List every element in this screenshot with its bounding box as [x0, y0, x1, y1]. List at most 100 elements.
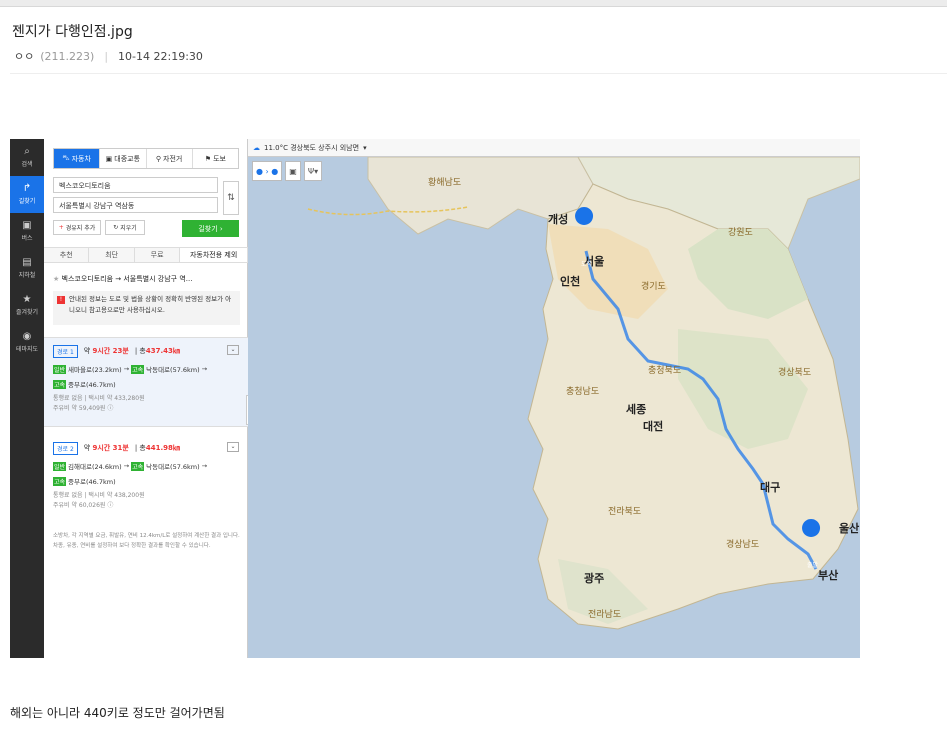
map-place-label: 경상북도	[778, 366, 811, 378]
clear-button[interactable]: ↻ 지우기	[105, 220, 145, 235]
map-place-label: 광주	[584, 572, 604, 585]
chevron-down-icon[interactable]: ⌄	[227, 345, 239, 355]
route-fuel: 주유비 약 60,026원 ⓘ	[53, 502, 114, 509]
map-place-label: 울산	[839, 521, 859, 535]
rail-theme-map[interactable]: ◉ 테마지도	[10, 324, 44, 361]
route-costs: 통행료 없음 | 택시비 약 438,200원	[53, 492, 145, 499]
map-place-label: 대전	[643, 419, 663, 433]
star-icon: ★	[22, 294, 32, 305]
map-place-label: 충청북도	[648, 365, 681, 376]
author-ip: (211.223)	[40, 49, 95, 63]
post-body-text: 해외는 아니라 440키로 정도만 걸어가면됨	[10, 706, 225, 720]
map-place-label: 세종	[626, 402, 646, 416]
map-place-label: 인천	[560, 274, 580, 288]
start-pin-icon: ●	[256, 166, 263, 176]
map-place-label: 대구	[760, 480, 780, 494]
mode-walk[interactable]: ⚑ 도보	[193, 149, 238, 168]
end-pin-icon: ●	[271, 166, 279, 176]
bus-icon: ▣	[22, 220, 32, 231]
map-place-label: 강원도	[728, 227, 753, 238]
pin-icon: ◉	[22, 331, 32, 342]
route-badge: 경로 1	[53, 344, 78, 358]
route-time: 9시간 23분	[92, 347, 129, 355]
route-costs: 통행료 없음 | 택시비 약 433,280원	[53, 395, 145, 402]
directions-icon: ↱	[22, 183, 32, 194]
post-title: 젠지가 다행인점.jpg	[12, 24, 133, 40]
fork-icon: Ψ▾	[307, 166, 319, 176]
car-icon: ⛍	[62, 154, 70, 162]
route-roads-cont: 고속 중부로(46.7km)	[53, 476, 116, 486]
subway-icon: ▤	[22, 257, 32, 268]
chevron-down-icon[interactable]: ▾	[363, 144, 367, 152]
route-option-tabs: 추천 최단 무료 자동차전용 제외	[44, 247, 248, 263]
map-place-label: 경기도	[641, 280, 666, 292]
route-roads-cont: 고속 중부로(46.7km)	[53, 379, 116, 389]
rail-search[interactable]: ⌕ 검색	[10, 139, 44, 176]
route-pin-button[interactable]: ● › ●	[252, 161, 283, 181]
notice-box: ! 안내된 정보는 도로 및 법을 상황이 정확히 반영된 정보가 아니오니 참고…	[53, 291, 240, 325]
map-canvas: 서울인천개성경기도강원도황해남도충청북도충청남도세종대전경상북도대구울산부산전라…	[248, 157, 860, 658]
bus-icon: ▣	[289, 166, 297, 176]
origin-input[interactable]: 벡스코오디토리움	[53, 177, 218, 193]
map-place-label: 황해남도	[428, 177, 461, 188]
map-screenshot: ⌕ 검색 ↱ 길찾기 ▣ 버스 ▤ 지하철 ★ 즐겨찾기 ◉ 테마지도 ⛍ 자동차 ▣ 대중교통…	[10, 139, 860, 658]
swap-icon[interactable]: ⇅	[223, 181, 239, 215]
mode-transit[interactable]: ▣ 대중교통	[100, 149, 147, 168]
map-place-label: 경상남도	[726, 538, 759, 550]
map-view[interactable]: ☁ 11.0°C 경상북도 상주시 외남면 ▾ 서울 인천 개성 경기도 강원도 황해남도 충청…	[248, 139, 860, 658]
plus-icon: +	[58, 224, 64, 231]
end-label: 도착	[581, 261, 593, 268]
top-bar	[0, 0, 947, 7]
add-waypoint-button[interactable]: + 경유지 추가	[53, 220, 101, 235]
meta-divider-line	[10, 73, 947, 74]
route-distance: 441.98㎞	[145, 444, 180, 452]
map-toolbar: ● › ● ▣ Ψ▾	[252, 161, 323, 181]
traffic-button[interactable]: ▣	[285, 161, 301, 181]
directions-panel: ⛍ 자동차 ▣ 대중교통 ⚲ 자전거 ⚑ 도보 벡스코오디토리움 서울특별시 강남구 역…	[44, 139, 248, 658]
food-button[interactable]: Ψ▾	[303, 161, 323, 181]
walk-icon: ⚑	[204, 154, 212, 163]
warning-icon: !	[57, 296, 65, 304]
tab-exclude-expressway[interactable]: 자동차전용 제외	[180, 248, 248, 262]
map-place-label: 전라북도	[608, 506, 641, 517]
route-distance: 437.43㎞	[145, 347, 180, 355]
map-place-label: 부산	[818, 568, 838, 582]
left-rail: ⌕ 검색 ↱ 길찾기 ▣ 버스 ▤ 지하철 ★ 즐겨찾기 ◉ 테마지도	[10, 139, 44, 658]
author-name[interactable]: ㅇㅇ	[14, 48, 34, 64]
post-date: 10-14 22:19:30	[118, 49, 203, 63]
route-fuel: 주유비 약 59,409원 ⓘ	[53, 405, 114, 412]
tab-shortest[interactable]: 최단	[89, 248, 135, 262]
post-meta: ㅇㅇ (211.223) | 10-14 22:19:30	[14, 48, 203, 64]
rail-subway[interactable]: ▤ 지하철	[10, 250, 44, 287]
chevron-down-icon[interactable]: ⌄	[227, 442, 239, 452]
rail-favorites[interactable]: ★ 즐겨찾기	[10, 287, 44, 324]
route-option-1[interactable]: 경로 1 약 9시간 23분 | 총437.43㎞ ⌄ 일반 새마을로(23.2k…	[44, 337, 248, 427]
map-place-label: 전라남도	[588, 609, 621, 620]
route-roads: 일반 김해대로(24.6km) → 고속 낙동대로(57.6km) →	[53, 461, 208, 471]
route-roads: 일반 새마을로(23.2km) → 고속 낙동대로(57.6km) →	[53, 364, 208, 374]
favorite-route[interactable]: ★ 벡스코오디토리움 → 서울특별시 강남구 역...	[53, 274, 192, 284]
transit-icon: ▣	[105, 154, 113, 163]
rail-bus[interactable]: ▣ 버스	[10, 213, 44, 250]
search-icon: ⌕	[24, 146, 30, 157]
mode-bike[interactable]: ⚲ 자전거	[147, 149, 193, 168]
find-route-button[interactable]: 길찾기 ›	[182, 220, 239, 237]
mode-car[interactable]: ⛍ 자동차	[54, 149, 101, 168]
map-place-label: 충청남도	[566, 386, 599, 397]
star-icon[interactable]: ★	[53, 275, 59, 283]
route-time: 9시간 31분	[92, 444, 129, 452]
tab-recommended[interactable]: 추천	[44, 248, 90, 262]
destination-input[interactable]: 서울특별시 강남구 역삼동	[53, 197, 218, 213]
bike-icon: ⚲	[155, 154, 162, 163]
map-place-label: 개성	[548, 212, 568, 226]
route-option-2[interactable]: 경로 2 약 9시간 31분 | 총441.98㎞ ⌄ 일반 김해대로(24.6k…	[44, 435, 248, 523]
meta-divider: |	[104, 49, 109, 63]
footnote: 소방차, 각 지역별 요금, 휘발유, 연비 12.4km/L로 설정하여 계산…	[53, 533, 240, 549]
transport-mode-tabs: ⛍ 자동차 ▣ 대중교통 ⚲ 자전거 ⚑ 도보	[53, 148, 239, 169]
weather-bar: ☁ 11.0°C 경상북도 상주시 외남면 ▾	[248, 139, 860, 157]
tab-free[interactable]: 무료	[135, 248, 181, 262]
refresh-icon: ↻	[113, 224, 119, 231]
rail-directions[interactable]: ↱ 길찾기	[10, 176, 44, 213]
weather-icon: ☁	[253, 143, 260, 152]
route-badge: 경로 2	[53, 441, 78, 455]
